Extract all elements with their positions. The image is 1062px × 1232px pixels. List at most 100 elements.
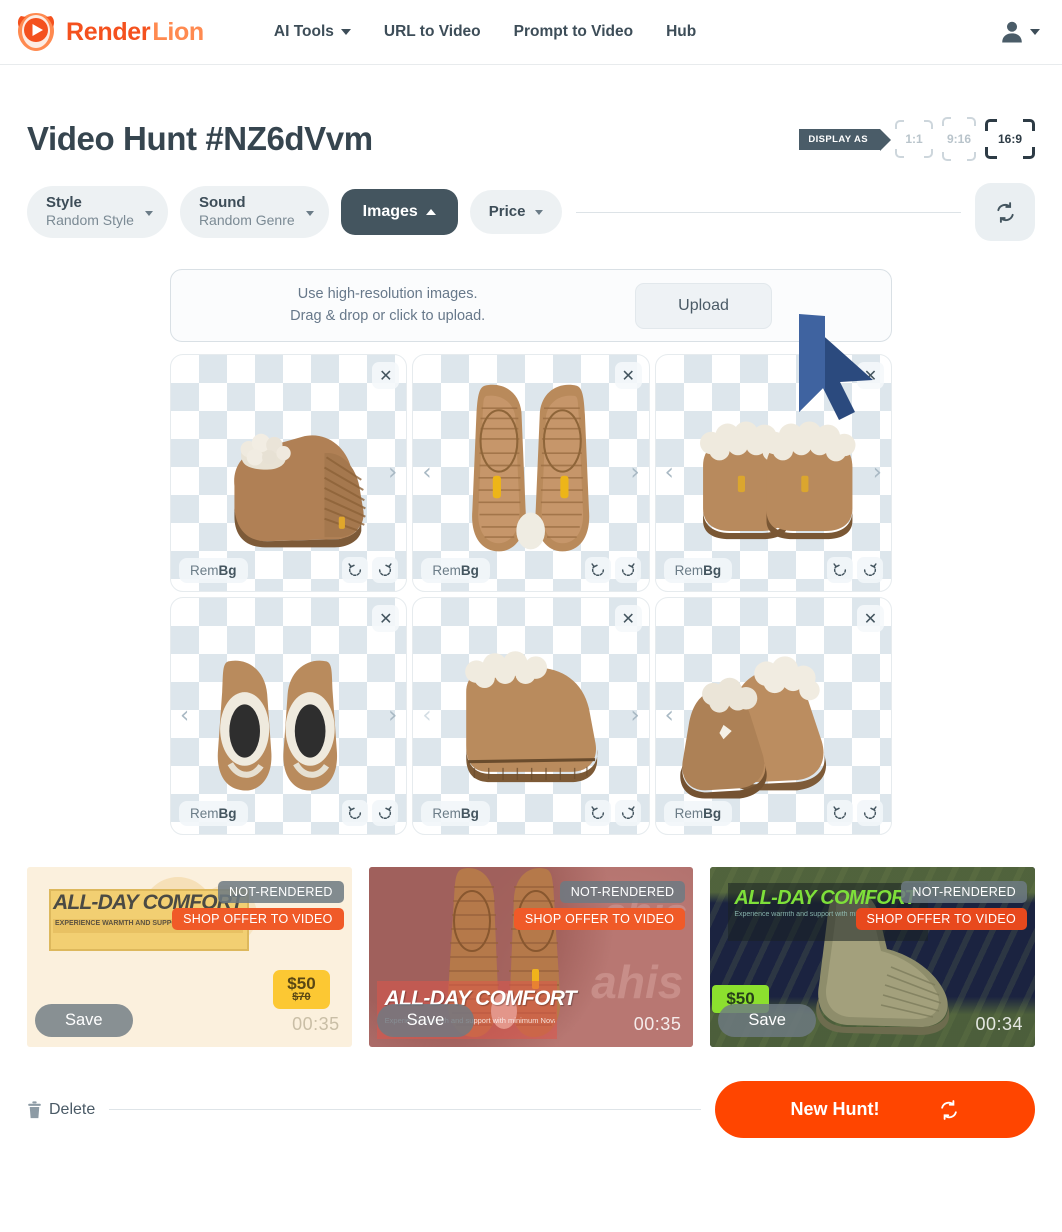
rotate-left-button[interactable] bbox=[342, 800, 369, 826]
video-card[interactable]: ALL-DAY COMFORT EXPERIENCE WARMTH AND SU… bbox=[27, 867, 352, 1047]
remove-background-button[interactable]: RemBg bbox=[179, 558, 248, 583]
brand-name: RenderLion bbox=[66, 18, 204, 47]
price-badge: $50 $70 bbox=[273, 969, 330, 1009]
filter-price[interactable]: Price bbox=[469, 190, 562, 234]
rotate-left-button[interactable] bbox=[826, 557, 853, 583]
next-image-arrow[interactable]: › bbox=[630, 704, 639, 728]
filter-sound-label: Sound bbox=[198, 193, 246, 211]
remove-image-button[interactable]: ✕ bbox=[372, 362, 400, 389]
remove-image-button[interactable]: ✕ bbox=[372, 605, 400, 632]
filter-sound[interactable]: Sound Random Genre bbox=[179, 185, 329, 239]
account-menu-button[interactable] bbox=[998, 18, 1040, 46]
prev-image-arrow[interactable]: ‹ bbox=[665, 461, 674, 485]
save-video-button[interactable]: Save bbox=[718, 1004, 816, 1037]
nav-item-url-to-video[interactable]: URL to Video bbox=[384, 23, 481, 41]
image-card[interactable]: ✕ › RemBg bbox=[170, 354, 408, 592]
upload-button[interactable]: Upload bbox=[635, 282, 772, 329]
remove-background-button[interactable]: RemBg bbox=[421, 558, 490, 583]
filter-sound-value: Random Genre bbox=[198, 212, 295, 229]
render-status-badge: NOT-RENDERED bbox=[218, 881, 344, 903]
image-card[interactable]: ✕ ‹ › RemBg bbox=[412, 597, 650, 835]
next-image-arrow[interactable]: › bbox=[873, 461, 882, 485]
nav-item-hub[interactable]: Hub bbox=[666, 23, 696, 41]
page-content: Video Hunt #NZ6dVvm DISPLAY AS 1:1 9:16 … bbox=[0, 117, 1062, 1138]
delete-label: Delete bbox=[49, 1100, 96, 1118]
rotate-right-icon bbox=[621, 563, 635, 576]
rotate-right-button[interactable] bbox=[614, 557, 641, 583]
ratio-label: 9:16 bbox=[946, 132, 972, 146]
nav-item-ai-tools[interactable]: AI Tools bbox=[274, 23, 351, 41]
shop-offer-badge: SHOP OFFER TO VIDEO bbox=[855, 908, 1027, 930]
lion-play-logo-icon bbox=[14, 10, 58, 54]
rotate-right-icon bbox=[863, 563, 877, 576]
filter-style[interactable]: Style Random Style bbox=[27, 185, 168, 239]
next-image-arrow[interactable]: › bbox=[388, 704, 397, 728]
ratio-button-16-9[interactable]: 16:9 bbox=[985, 119, 1035, 159]
rotate-controls bbox=[584, 800, 641, 826]
rotate-right-button[interactable] bbox=[614, 800, 641, 826]
filter-style-value: Random Style bbox=[46, 212, 134, 229]
remove-image-button[interactable]: ✕ bbox=[614, 605, 642, 632]
shop-offer-badge: SHOP OFFER TO VIDEO bbox=[513, 908, 686, 930]
prev-image-arrow[interactable]: ‹ bbox=[665, 704, 674, 728]
rotate-left-button[interactable] bbox=[584, 557, 611, 583]
rotate-right-button[interactable] bbox=[372, 557, 399, 583]
nav-item-prompt-to-video[interactable]: Prompt to Video bbox=[514, 23, 633, 41]
rotate-controls bbox=[826, 800, 883, 826]
refresh-filters-button[interactable] bbox=[975, 183, 1035, 241]
ratio-button-9-16[interactable]: 9:16 bbox=[942, 117, 976, 161]
ratio-label: 1:1 bbox=[905, 132, 923, 146]
remove-background-button[interactable]: RemBg bbox=[179, 801, 248, 826]
rembg-suffix: Bg bbox=[218, 806, 237, 821]
rotate-left-button[interactable] bbox=[342, 557, 369, 583]
save-video-button[interactable]: Save bbox=[376, 1004, 475, 1037]
nav-item-label: Hub bbox=[666, 23, 697, 40]
rotate-right-button[interactable] bbox=[856, 557, 883, 583]
next-image-arrow[interactable]: › bbox=[630, 461, 639, 485]
brand-name-part1: Render bbox=[66, 17, 151, 46]
rotate-right-button[interactable] bbox=[372, 800, 399, 826]
prev-image-arrow[interactable]: ‹ bbox=[422, 461, 431, 485]
brand-logo[interactable]: RenderLion bbox=[14, 10, 204, 54]
ratio-button-1-1[interactable]: 1:1 bbox=[895, 120, 933, 158]
rotate-left-button[interactable] bbox=[584, 800, 611, 826]
rotate-left-icon bbox=[591, 806, 604, 819]
prev-image-arrow[interactable]: ‹ bbox=[422, 704, 431, 728]
image-card[interactable]: ✕ ‹ › RemBg bbox=[412, 354, 650, 592]
next-image-arrow[interactable]: › bbox=[388, 461, 397, 485]
rembg-prefix: Rem bbox=[432, 806, 461, 821]
remove-image-button[interactable]: ✕ bbox=[614, 362, 642, 389]
image-card[interactable]: ✕ ‹ › RemBg bbox=[654, 354, 892, 592]
remove-background-button[interactable]: RemBg bbox=[421, 801, 490, 826]
render-status-badge: NOT-RENDERED bbox=[559, 881, 686, 903]
upload-dropzone[interactable]: Use high-resolution images. Drag & drop … bbox=[170, 269, 892, 342]
uploaded-images-grid: ✕ › RemBg ✕ ‹ › RemBg ✕ ‹ › RemBg ✕ ‹ › … bbox=[170, 354, 892, 835]
image-card[interactable]: ✕ ‹ RemBg bbox=[654, 597, 892, 835]
filter-images-label: Images bbox=[362, 202, 418, 220]
chevron-down-icon bbox=[1030, 29, 1040, 35]
image-card[interactable]: ✕ ‹ › RemBg bbox=[170, 597, 408, 835]
rembg-suffix: Bg bbox=[460, 563, 479, 578]
video-card[interactable]: ALL-DAY COMFORT Experience warmth and su… bbox=[710, 867, 1035, 1047]
filter-images[interactable]: Images bbox=[340, 188, 458, 236]
nav-item-label: URL to Video bbox=[383, 23, 481, 40]
rembg-prefix: Rem bbox=[674, 806, 704, 821]
remove-image-button[interactable]: ✕ bbox=[856, 605, 884, 632]
prev-image-arrow[interactable]: ‹ bbox=[180, 704, 189, 728]
rotate-right-icon bbox=[863, 806, 877, 819]
video-duration: 00:34 bbox=[975, 1014, 1023, 1034]
save-video-button[interactable]: Save bbox=[35, 1004, 133, 1037]
rotate-left-button[interactable] bbox=[826, 800, 853, 826]
remove-image-button[interactable]: ✕ bbox=[856, 362, 884, 389]
chevron-down-icon bbox=[534, 209, 543, 215]
bottom-action-bar: Delete New Hunt! bbox=[27, 1081, 1035, 1138]
rembg-suffix: Bg bbox=[460, 806, 479, 821]
video-card[interactable]: ahis ahis A bbox=[368, 867, 694, 1047]
rotate-right-button[interactable] bbox=[856, 800, 883, 826]
new-hunt-button[interactable]: New Hunt! bbox=[715, 1081, 1035, 1138]
remove-background-button[interactable]: RemBg bbox=[663, 558, 733, 583]
delete-button[interactable]: Delete bbox=[27, 1101, 95, 1119]
rotate-controls bbox=[584, 557, 641, 583]
refresh-icon bbox=[996, 201, 1014, 223]
remove-background-button[interactable]: RemBg bbox=[663, 801, 733, 826]
